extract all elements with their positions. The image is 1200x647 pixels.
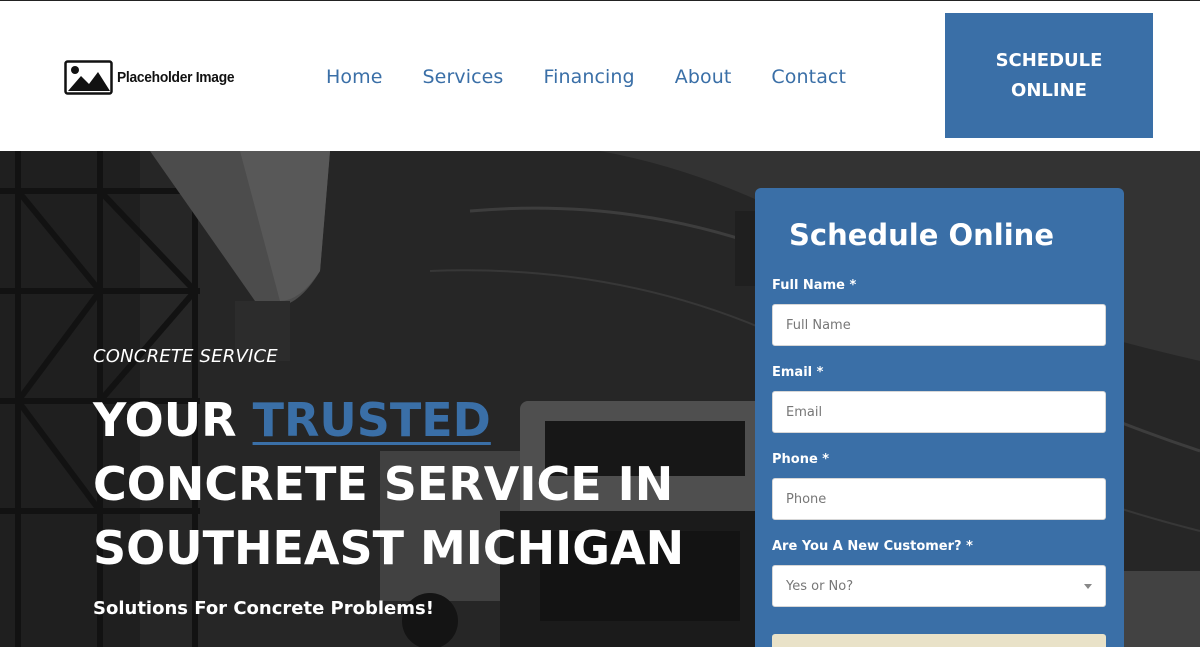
logo[interactable]: Placeholder Image (64, 59, 244, 95)
headline-prefix: YOUR (93, 393, 253, 447)
hero-eyebrow: CONCRETE SERVICE (93, 346, 278, 367)
image-placeholder-icon (64, 59, 113, 95)
main-nav: Home Services Financing About Contact (326, 63, 846, 91)
submit-button[interactable] (772, 634, 1106, 647)
chevron-down-icon (1084, 583, 1092, 589)
new-customer-label: Are You A New Customer? * (772, 539, 973, 554)
hero-headline: YOUR TRUSTED CONCRETE SERVICE IN SOUTHEA… (93, 388, 713, 580)
schedule-online-button[interactable]: SCHEDULE ONLINE (945, 13, 1153, 138)
schedule-form: Schedule Online Full Name * Email * Phon… (755, 188, 1124, 647)
logo-text: Placeholder Image (117, 68, 235, 86)
headline-line-2: CONCRETE SERVICE IN (93, 457, 674, 511)
headline-line-3: SOUTHEAST MICHIGAN (93, 521, 685, 575)
form-title: Schedule Online (789, 218, 1054, 252)
headline-accent: TRUSTED (252, 393, 491, 447)
nav-services[interactable]: Services (423, 63, 504, 91)
phone-input[interactable] (772, 478, 1106, 520)
site-header: Placeholder Image Home Services Financin… (0, 1, 1200, 151)
phone-label: Phone * (772, 452, 830, 467)
full-name-label: Full Name * (772, 278, 857, 293)
email-label: Email * (772, 365, 824, 380)
full-name-input[interactable] (772, 304, 1106, 346)
nav-financing[interactable]: Financing (543, 63, 634, 91)
hero-section: CONCRETE SERVICE YOUR TRUSTED CONCRETE S… (0, 151, 1200, 647)
email-input[interactable] (772, 391, 1106, 433)
new-customer-select[interactable]: Yes or No? (772, 565, 1106, 607)
nav-home[interactable]: Home (326, 63, 383, 91)
new-customer-select-value: Yes or No? (786, 578, 854, 594)
nav-contact[interactable]: Contact (771, 63, 846, 91)
nav-about[interactable]: About (675, 63, 732, 91)
hero-subheading: Solutions For Concrete Problems! (93, 598, 434, 619)
headline-line-1: YOUR TRUSTED (93, 388, 713, 452)
